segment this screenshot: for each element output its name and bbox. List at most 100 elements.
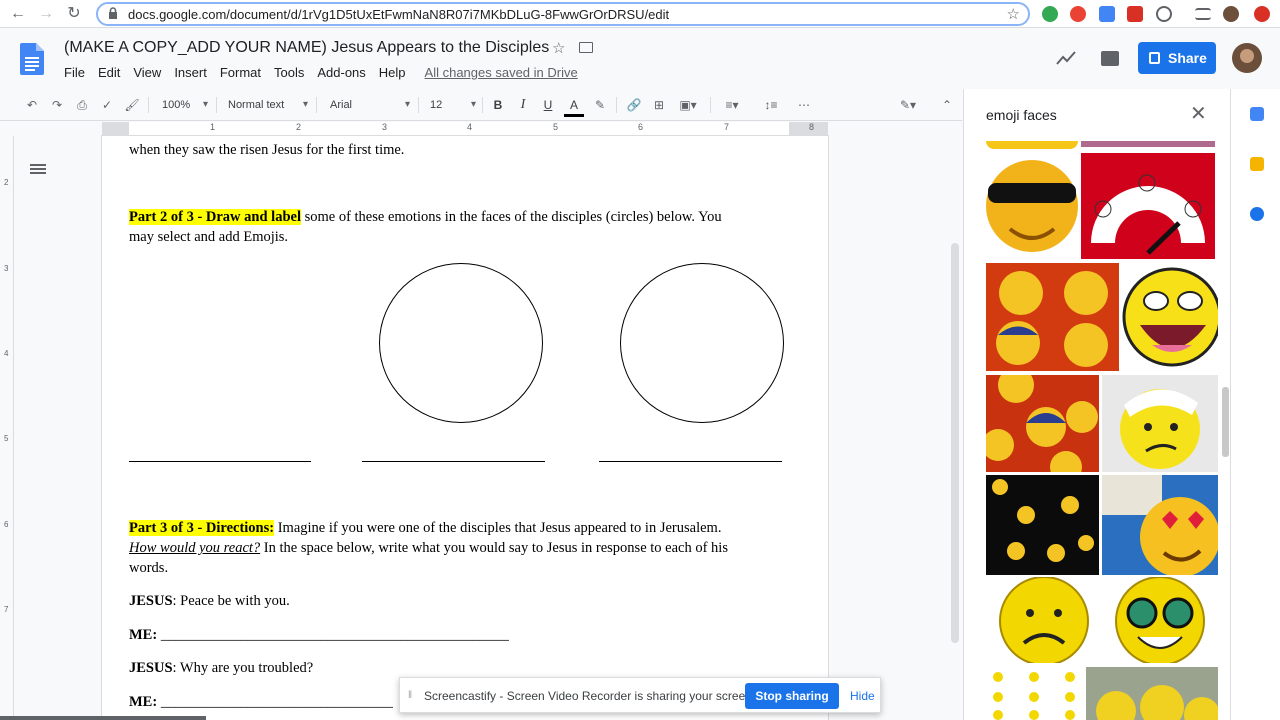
bookmark-star-icon[interactable]: ☆ [1007, 5, 1020, 23]
drag-handle-icon[interactable]: ‖ [408, 690, 412, 701]
emoji-image-result[interactable] [986, 667, 1082, 720]
address-bar[interactable]: docs.google.com/document/d/1rVg1D5tUxEtF… [96, 2, 1030, 26]
emoji-image-result[interactable] [986, 263, 1119, 371]
share-button[interactable]: Share [1138, 42, 1216, 74]
paint-format-icon[interactable]: 🖌 [122, 95, 142, 115]
face-circle[interactable] [379, 263, 543, 423]
emoji-image-result[interactable] [986, 153, 1078, 259]
menu-format[interactable]: Format [220, 65, 261, 85]
explore-search-query[interactable]: emoji faces [986, 107, 1057, 123]
document-canvas: when they saw the risen Jesus for the fi… [14, 136, 962, 720]
emoji-image-result[interactable] [986, 577, 1099, 663]
part2-heading: Part 2 of 3 - Draw and label [129, 209, 301, 225]
italic-button[interactable]: I [513, 95, 533, 115]
extension-icon[interactable] [1070, 6, 1086, 22]
horizontal-ruler: 1 2 3 4 5 6 7 8 [102, 122, 828, 136]
forward-arrow-icon[interactable]: → [36, 4, 56, 24]
reading-list-icon[interactable] [1195, 8, 1211, 20]
redo-icon[interactable]: ↷ [47, 95, 67, 115]
line-spacing-icon[interactable]: ↕≡ [760, 95, 782, 115]
save-status[interactable]: All changes saved in Drive [425, 65, 578, 85]
ruler-mark: 6 [638, 122, 644, 132]
emoji-image-result[interactable] [1086, 667, 1218, 720]
font-size-select[interactable]: 12 [430, 95, 476, 115]
insert-image-icon[interactable]: ▣▾ [674, 95, 702, 115]
style-select[interactable]: Normal text [228, 95, 308, 115]
ruler-mark: 1 [210, 122, 216, 132]
zoom-select[interactable]: 100% [162, 95, 208, 115]
sharing-message: Screencastify - Screen Video Recorder is… [424, 689, 756, 703]
extension-icon[interactable] [1127, 6, 1143, 22]
emoji-image-result[interactable] [1102, 475, 1218, 575]
tasks-icon[interactable] [1250, 207, 1264, 221]
ruler-mark: 8 [809, 122, 815, 132]
extension-icon[interactable] [1042, 6, 1058, 22]
back-arrow-icon[interactable]: ← [8, 4, 28, 24]
image-results [986, 141, 1218, 720]
ruler-mark: 4 [467, 122, 473, 132]
editing-mode-icon[interactable]: ✎▾ [893, 95, 923, 115]
emoji-image-result[interactable] [1102, 577, 1218, 663]
face-circle[interactable] [620, 263, 784, 423]
activity-trend-icon[interactable] [1056, 50, 1076, 66]
font-select[interactable]: Arial [330, 95, 410, 115]
emoji-image-result[interactable] [1102, 375, 1218, 472]
menu-bar: File Edit View Insert Format Tools Add-o… [64, 65, 591, 85]
emoji-image-result[interactable] [986, 375, 1099, 472]
emoji-image-result[interactable] [986, 141, 1078, 149]
document-scrollbar[interactable] [951, 243, 959, 643]
taskbar-strip [0, 716, 206, 720]
menu-view[interactable]: View [133, 65, 161, 85]
align-icon[interactable]: ≡▾ [718, 95, 746, 115]
emoji-image-result[interactable] [986, 475, 1099, 575]
profile-avatar[interactable] [1223, 6, 1239, 22]
explore-panel: emoji faces ✕ [963, 89, 1230, 720]
docs-header: (MAKE A COPY_ADD YOUR NAME) Jesus Appear… [0, 29, 1280, 89]
underline-button[interactable]: U [538, 95, 558, 115]
move-folder-icon[interactable] [579, 42, 593, 53]
collapse-header-icon[interactable]: ⌃ [937, 95, 957, 115]
more-options-icon[interactable]: ⋯ [794, 95, 814, 115]
panel-scrollbar[interactable] [1222, 387, 1229, 457]
update-icon[interactable] [1254, 6, 1270, 22]
document-outline-icon[interactable] [30, 164, 46, 178]
bold-button[interactable]: B [488, 95, 508, 115]
menu-tools[interactable]: Tools [274, 65, 304, 85]
calendar-icon[interactable] [1250, 107, 1264, 121]
emoji-image-result[interactable] [1122, 263, 1218, 371]
ruler-mark: 4 [4, 349, 9, 358]
google-docs-logo[interactable] [20, 43, 44, 75]
ruler-mark: 5 [4, 434, 9, 443]
ruler-mark: 6 [4, 520, 9, 529]
reload-icon[interactable]: ↻ [64, 4, 84, 24]
document-title[interactable]: (MAKE A COPY_ADD YOUR NAME) Jesus Appear… [64, 39, 549, 57]
add-comment-icon[interactable]: ⊞ [649, 95, 669, 115]
close-icon[interactable]: ✕ [1190, 103, 1207, 125]
document-page[interactable]: when they saw the risen Jesus for the fi… [102, 136, 828, 720]
insert-link-icon[interactable]: 🔗 [624, 95, 644, 115]
me-line-2: ME: ________________________________ [129, 694, 393, 710]
menu-help[interactable]: Help [379, 65, 406, 85]
stop-sharing-button[interactable]: Stop sharing [745, 683, 839, 709]
highlight-pen-icon[interactable]: ✎ [590, 95, 610, 115]
jesus-line-2: JESUS: Why are you troubled? [129, 660, 314, 676]
text-color-button[interactable]: A [564, 95, 584, 117]
star-icon[interactable]: ☆ [552, 39, 565, 57]
comments-icon[interactable] [1101, 51, 1119, 66]
emoji-image-result[interactable] [1081, 141, 1215, 147]
emoji-image-result[interactable] [1081, 153, 1215, 259]
ruler-mark: 7 [4, 605, 9, 614]
menu-edit[interactable]: Edit [98, 65, 120, 85]
menu-addons[interactable]: Add-ons [317, 65, 365, 85]
extension-icon[interactable] [1099, 6, 1115, 22]
hide-button[interactable]: Hide [850, 689, 875, 703]
menu-insert[interactable]: Insert [174, 65, 207, 85]
user-avatar[interactable] [1232, 43, 1262, 73]
undo-icon[interactable]: ↶ [22, 95, 42, 115]
spellcheck-icon[interactable]: ✓ [97, 95, 117, 115]
keep-icon[interactable] [1250, 157, 1264, 171]
side-panel-rail [1230, 89, 1280, 720]
print-icon[interactable]: ⎙ [72, 95, 92, 115]
menu-file[interactable]: File [64, 65, 85, 85]
extension-icon[interactable] [1156, 6, 1172, 22]
